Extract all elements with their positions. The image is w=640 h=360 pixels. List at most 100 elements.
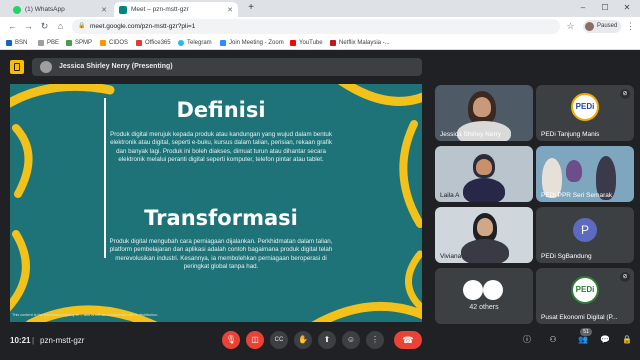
close-window-button[interactable]: ✕	[618, 1, 636, 15]
tab-label: (1) WhatsApp	[25, 6, 65, 13]
close-icon[interactable]: ✕	[101, 6, 107, 14]
participant-name: Viviana ...	[440, 253, 469, 260]
participant-body	[463, 178, 505, 202]
meet-icon	[119, 5, 127, 14]
bookmark-youtube[interactable]: YouTube	[290, 37, 323, 49]
profile-button[interactable]: Paused	[583, 20, 622, 33]
separator: |	[32, 336, 35, 345]
present-icon[interactable]: ⬆	[318, 331, 336, 349]
mic-off-icon: ⊘	[620, 272, 630, 282]
meet-header: Jessica Shirley Nerry (Presenting)	[0, 50, 640, 83]
camera-off-icon[interactable]: ◫	[246, 331, 264, 349]
bookmark-label: Join Meeting - Zoom	[229, 40, 284, 46]
home-icon[interactable]: ⌂	[54, 20, 67, 33]
participant-tile[interactable]: PEDi ⊘ PEDi Tanjung Manis	[536, 85, 634, 141]
avatar	[463, 280, 483, 300]
zoom-icon	[220, 40, 226, 46]
maximize-button[interactable]: ☐	[596, 1, 614, 15]
star-icon[interactable]: ☆	[564, 20, 577, 33]
tab-meet[interactable]: Meet – pzn-mstt-gzr ✕	[114, 2, 238, 17]
tab-whatsapp[interactable]: (1) WhatsApp ✕	[8, 2, 112, 17]
bookmark-office365[interactable]: Office365	[136, 37, 171, 49]
slide-title-definisi: Definisi	[176, 98, 266, 122]
meeting-code: pzn-mstt-gzr	[40, 336, 85, 345]
bookmark-icon	[6, 40, 12, 46]
bookmark-icon	[38, 40, 44, 46]
bookmark-zoom[interactable]: Join Meeting - Zoom	[220, 37, 284, 49]
avatar: P	[573, 218, 597, 242]
raise-hand-icon[interactable]: ✋	[294, 331, 312, 349]
captions-icon[interactable]: CC	[270, 331, 288, 349]
avatar	[483, 280, 503, 300]
youtube-icon	[290, 40, 296, 46]
participant-tile[interactable]: Viviana ...	[435, 207, 533, 263]
others-tile[interactable]: 42 others	[435, 268, 533, 324]
activities-icon[interactable]: ⚇	[546, 333, 560, 347]
avatar	[40, 61, 52, 73]
close-icon[interactable]: ✕	[227, 6, 233, 14]
mic-off-icon[interactable]: 🎙	[222, 331, 240, 349]
bookmark-icon	[136, 40, 142, 46]
participant-name: Jessica Shirley Nerry	[440, 131, 502, 138]
bookmark-label: BSN	[15, 40, 28, 46]
back-icon[interactable]: ←	[6, 20, 19, 33]
participant-face	[473, 97, 491, 117]
meeting-time: 10:21	[10, 336, 31, 345]
participant-face	[476, 159, 492, 175]
lock-icon[interactable]: 🔒	[620, 333, 634, 347]
bookmarks-bar: BSN PBE SPMP CIDOS Office365 Telegram Jo…	[0, 36, 640, 50]
participant-tile[interactable]: Jessica Shirley Nerry	[435, 85, 533, 141]
emoji-icon[interactable]: ☺	[342, 331, 360, 349]
participant-name: Laila A	[440, 192, 460, 199]
chat-icon[interactable]: 💬	[598, 333, 612, 347]
more-options-icon[interactable]: ⋮	[366, 331, 384, 349]
telegram-icon	[178, 40, 184, 46]
end-call-button[interactable]: ☎	[394, 331, 422, 349]
slide-divider	[104, 98, 106, 258]
bookmark-label: Office365	[145, 40, 171, 46]
minimize-button[interactable]: –	[574, 1, 592, 15]
slide-title-transformasi: Transformasi	[144, 206, 298, 230]
bookmark-cidos[interactable]: CIDOS	[100, 37, 128, 49]
netflix-icon	[330, 40, 336, 46]
slide-paragraph-definisi: Produk digital merujuk kepada produk ata…	[110, 131, 332, 164]
participant-name: Pusat Ekonomi Digital (P...	[541, 314, 618, 321]
presentation-slide: Definisi Produk digital merujuk kepada p…	[10, 84, 422, 322]
presenter-bar[interactable]: Jessica Shirley Nerry (Presenting)	[32, 58, 422, 76]
participant-name: PEDi Tanjung Manis	[541, 131, 600, 138]
slide-footer: This content is the exclusive property o…	[12, 313, 159, 317]
participant-tile[interactable]: PEDi ⊘ Pusat Ekonomi Digital (P...	[536, 268, 634, 324]
participant-tile[interactable]: P PEDi SgBandung	[536, 207, 634, 263]
bookmark-netflix[interactable]: Netflix Malaysia -...	[330, 37, 390, 49]
participant-tile[interactable]: PEDi PPR Seri Semarak	[536, 146, 634, 202]
pedi-logo-icon: PEDi	[571, 276, 599, 304]
presentation-icon[interactable]	[10, 60, 24, 74]
bookmark-label: Netflix Malaysia -...	[339, 40, 390, 46]
lock-icon: 🔒	[78, 23, 86, 29]
participant-face	[566, 160, 582, 182]
bookmark-label: Telegram	[187, 40, 212, 46]
info-icon[interactable]: ⓘ	[520, 333, 534, 347]
tab-strip: (1) WhatsApp ✕ Meet – pzn-mstt-gzr ✕ + –…	[0, 0, 640, 17]
bookmark-label: SPMP	[75, 40, 93, 46]
forward-icon[interactable]: →	[22, 20, 35, 33]
menu-icon[interactable]: ⋮	[624, 20, 637, 33]
new-tab-button[interactable]: +	[242, 1, 260, 15]
bookmark-telegram[interactable]: Telegram	[178, 37, 212, 49]
browser-toolbar: ← → ↻ ⌂ 🔒 meet.google.com/pzn-mstt-gzr?p…	[0, 17, 640, 36]
avatar	[585, 22, 594, 31]
bookmark-icon	[66, 40, 72, 46]
participant-name: PEDi SgBandung	[541, 253, 592, 260]
whatsapp-icon	[13, 5, 21, 14]
address-bar[interactable]: 🔒 meet.google.com/pzn-mstt-gzr?pli=1	[72, 19, 560, 34]
slide-paragraph-transformasi: Produk digital mengubah cara perniagaan …	[109, 238, 333, 271]
bookmark-label: CIDOS	[109, 40, 129, 46]
participant-tile[interactable]: Laila A	[435, 146, 533, 202]
meeting-controls-bar: 10:21 | pzn-mstt-gzr 🎙 ◫ CC ✋ ⬆ ☺ ⋮ ☎ ⓘ …	[0, 326, 640, 360]
bookmark-pbe[interactable]: PBE	[38, 37, 59, 49]
url-text: meet.google.com/pzn-mstt-gzr?pli=1	[90, 23, 196, 30]
reload-icon[interactable]: ↻	[38, 20, 51, 33]
bookmark-bsn[interactable]: BSN	[6, 37, 27, 49]
participant-face	[477, 218, 493, 236]
bookmark-spmp[interactable]: SPMP	[66, 37, 92, 49]
